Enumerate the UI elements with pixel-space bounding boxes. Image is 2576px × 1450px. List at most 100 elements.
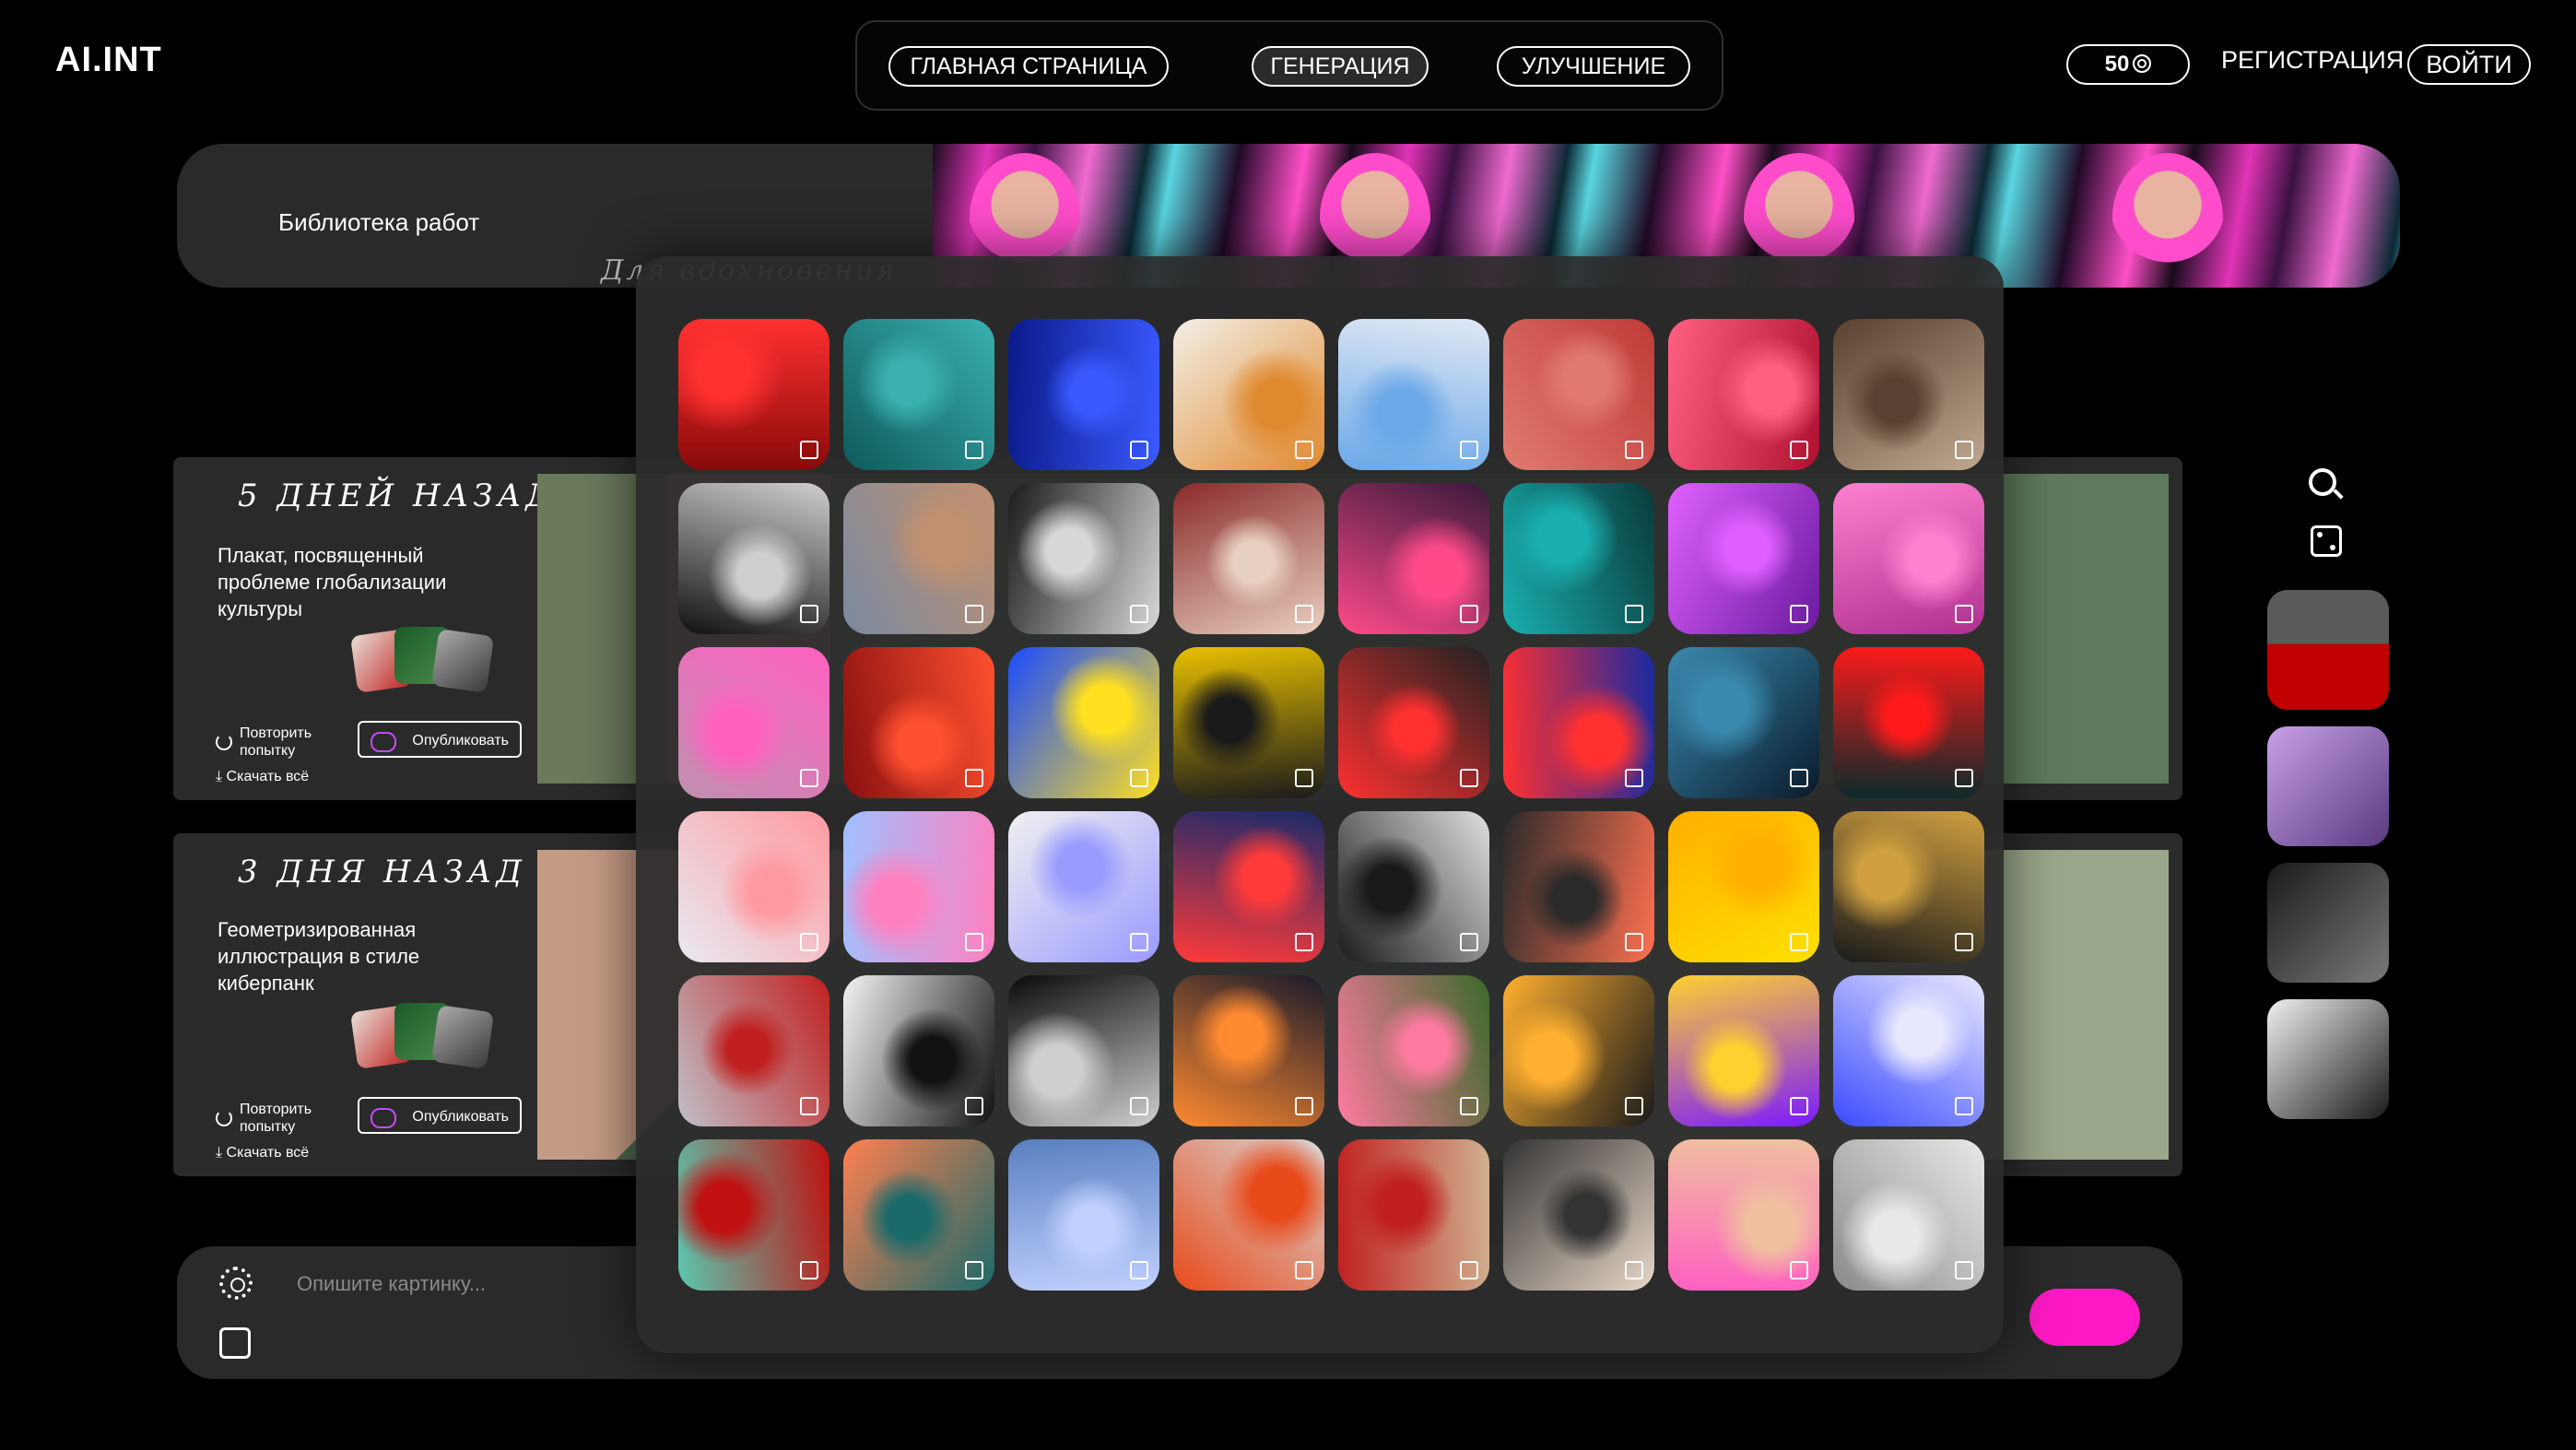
- gallery-image[interactable]: [1668, 811, 1819, 962]
- select-checkbox[interactable]: [1955, 933, 1973, 951]
- select-checkbox[interactable]: [965, 605, 983, 623]
- nav-generation-button[interactable]: ГЕНЕРАЦИЯ: [1252, 46, 1429, 87]
- select-checkbox[interactable]: [1460, 1097, 1478, 1115]
- gallery-image[interactable]: [1173, 647, 1324, 798]
- gallery-image[interactable]: [678, 811, 829, 962]
- gallery-image[interactable]: [1338, 975, 1489, 1126]
- select-checkbox[interactable]: [1460, 605, 1478, 623]
- select-checkbox[interactable]: [1790, 933, 1808, 951]
- gallery-image[interactable]: [843, 975, 994, 1126]
- gallery-image[interactable]: [1008, 975, 1159, 1126]
- gallery-image[interactable]: [1008, 483, 1159, 634]
- select-checkbox[interactable]: [800, 1097, 818, 1115]
- select-checkbox[interactable]: [965, 769, 983, 787]
- select-checkbox[interactable]: [1955, 605, 1973, 623]
- select-checkbox[interactable]: [1625, 1097, 1643, 1115]
- gallery-image[interactable]: [1833, 319, 1984, 470]
- dice-icon[interactable]: [219, 1327, 251, 1359]
- select-checkbox[interactable]: [965, 1097, 983, 1115]
- gallery-image[interactable]: [1173, 1139, 1324, 1291]
- select-checkbox[interactable]: [1625, 933, 1643, 951]
- login-button[interactable]: ВОЙТИ: [2407, 44, 2531, 85]
- card-thumbnails[interactable]: [349, 1003, 495, 1069]
- select-checkbox[interactable]: [1295, 769, 1313, 787]
- gallery-image[interactable]: [678, 1139, 829, 1291]
- select-checkbox[interactable]: [1790, 605, 1808, 623]
- select-checkbox[interactable]: [1790, 441, 1808, 459]
- select-checkbox[interactable]: [965, 1261, 983, 1279]
- select-checkbox[interactable]: [1955, 1097, 1973, 1115]
- select-checkbox[interactable]: [800, 441, 818, 459]
- sidebar-thumbnail[interactable]: [2267, 863, 2389, 983]
- select-checkbox[interactable]: [1130, 441, 1148, 459]
- gallery-image[interactable]: [1503, 483, 1654, 634]
- gallery-image[interactable]: [1338, 319, 1489, 470]
- select-checkbox[interactable]: [965, 933, 983, 951]
- gallery-image[interactable]: [843, 319, 994, 470]
- select-checkbox[interactable]: [965, 441, 983, 459]
- gallery-image[interactable]: [1173, 483, 1324, 634]
- gallery-image[interactable]: [678, 647, 829, 798]
- gallery-image[interactable]: [1503, 975, 1654, 1126]
- publish-button[interactable]: Опубликовать: [358, 721, 522, 758]
- sidebar-thumbnail[interactable]: [2267, 590, 2389, 710]
- select-checkbox[interactable]: [800, 605, 818, 623]
- gallery-image[interactable]: [1173, 811, 1324, 962]
- select-checkbox[interactable]: [1955, 769, 1973, 787]
- gallery-image[interactable]: [1833, 647, 1984, 798]
- gallery-image[interactable]: [1833, 811, 1984, 962]
- gallery-image[interactable]: [1503, 1139, 1654, 1291]
- gallery-image[interactable]: [1338, 1139, 1489, 1291]
- select-checkbox[interactable]: [800, 769, 818, 787]
- gallery-image[interactable]: [843, 811, 994, 962]
- gallery-image[interactable]: [1668, 483, 1819, 634]
- select-checkbox[interactable]: [1460, 769, 1478, 787]
- gallery-image[interactable]: [678, 319, 829, 470]
- gallery-image[interactable]: [1668, 975, 1819, 1126]
- sidebar-thumbnail[interactable]: [2267, 726, 2389, 846]
- gallery-image[interactable]: [1503, 319, 1654, 470]
- retry-button[interactable]: Повторить попытку: [216, 725, 332, 760]
- select-checkbox[interactable]: [1130, 769, 1148, 787]
- gallery-image[interactable]: [1833, 975, 1984, 1126]
- gallery-image[interactable]: [1008, 647, 1159, 798]
- app-logo[interactable]: AI.INT: [55, 41, 162, 80]
- publish-button[interactable]: Опубликовать: [358, 1097, 522, 1134]
- select-checkbox[interactable]: [1790, 769, 1808, 787]
- select-checkbox[interactable]: [1625, 1261, 1643, 1279]
- gallery-image[interactable]: [843, 647, 994, 798]
- gallery-image[interactable]: [843, 483, 994, 634]
- gallery-image[interactable]: [1008, 319, 1159, 470]
- nav-enhance-button[interactable]: УЛУЧШЕНИЕ: [1497, 46, 1690, 87]
- gallery-image[interactable]: [1833, 483, 1984, 634]
- search-icon[interactable]: [2309, 468, 2336, 496]
- select-checkbox[interactable]: [1460, 933, 1478, 951]
- register-link[interactable]: РЕГИСТРАЦИЯ: [2221, 46, 2404, 75]
- gallery-image[interactable]: [1503, 647, 1654, 798]
- select-checkbox[interactable]: [1130, 1261, 1148, 1279]
- gallery-image[interactable]: [1668, 319, 1819, 470]
- gallery-image[interactable]: [678, 483, 829, 634]
- select-checkbox[interactable]: [1460, 1261, 1478, 1279]
- gallery-image[interactable]: [843, 1139, 994, 1291]
- generate-button[interactable]: [2029, 1289, 2140, 1346]
- download-all-button[interactable]: ⤓ Скачать всё: [216, 769, 309, 785]
- gallery-image[interactable]: [1833, 1139, 1984, 1291]
- gallery-image[interactable]: [1668, 1139, 1819, 1291]
- gallery-image[interactable]: [1503, 811, 1654, 962]
- select-checkbox[interactable]: [1955, 1261, 1973, 1279]
- select-checkbox[interactable]: [1460, 441, 1478, 459]
- select-checkbox[interactable]: [800, 933, 818, 951]
- select-checkbox[interactable]: [1130, 605, 1148, 623]
- select-checkbox[interactable]: [1625, 605, 1643, 623]
- gallery-image[interactable]: [1338, 647, 1489, 798]
- retry-button[interactable]: Повторить попытку: [216, 1101, 332, 1136]
- select-checkbox[interactable]: [1955, 441, 1973, 459]
- gallery-image[interactable]: [1008, 811, 1159, 962]
- gear-icon[interactable]: [219, 1267, 253, 1300]
- select-checkbox[interactable]: [1295, 1261, 1313, 1279]
- download-all-button[interactable]: ⤓ Скачать всё: [216, 1145, 309, 1161]
- gallery-image[interactable]: [678, 975, 829, 1126]
- gallery-image[interactable]: [1008, 1139, 1159, 1291]
- select-checkbox[interactable]: [1295, 605, 1313, 623]
